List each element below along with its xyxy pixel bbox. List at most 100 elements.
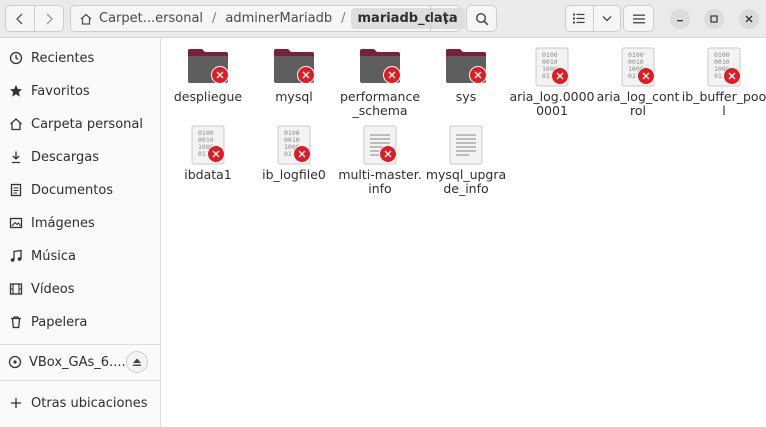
file-item[interactable]: 0100 0010 1000 0110 ib_logfile0 bbox=[251, 118, 337, 182]
sidebar-item-label: Papelera bbox=[31, 314, 88, 330]
file-item[interactable]: sys bbox=[423, 40, 509, 104]
breadcrumb-separator: / bbox=[341, 11, 346, 26]
file-item[interactable]: mysql_upgrade_info bbox=[423, 118, 509, 196]
close-icon bbox=[745, 15, 753, 23]
breadcrumb-item[interactable]: Carpet...ersonal bbox=[99, 11, 203, 26]
home-icon[interactable] bbox=[79, 12, 93, 26]
locked-badge-icon bbox=[551, 67, 569, 85]
view-dropdown-button[interactable] bbox=[592, 6, 621, 31]
eject-button[interactable] bbox=[126, 351, 148, 373]
file-item[interactable]: 0100 0010 1000 0110 ib_buffer_pool bbox=[681, 40, 766, 118]
header-bar: Carpet...ersonal / adminerMariadb / mari… bbox=[0, 0, 766, 38]
sidebar-item-label: Recientes bbox=[31, 50, 95, 66]
star-icon bbox=[8, 83, 24, 99]
search-button[interactable] bbox=[466, 5, 497, 32]
sidebar-item-recientes[interactable]: Recientes bbox=[0, 42, 160, 74]
sidebar-item-musica[interactable]: Música bbox=[0, 240, 160, 272]
image-icon bbox=[8, 215, 24, 231]
file-name: aria_log_control bbox=[596, 89, 680, 118]
locked-badge-icon bbox=[297, 66, 315, 84]
sidebar-item-label: Documentos bbox=[31, 182, 114, 198]
list-view-button[interactable] bbox=[566, 6, 593, 31]
sidebar-item-papelera[interactable]: Papelera bbox=[0, 306, 160, 338]
file-item[interactable]: 0100 0010 1000 0110 aria_log.00000001 bbox=[509, 40, 595, 118]
file-name: ib_buffer_pool bbox=[681, 89, 766, 118]
text-file-icon bbox=[449, 125, 483, 165]
search-icon bbox=[475, 12, 488, 25]
sidebar-item-videos[interactable]: Vídeos bbox=[0, 273, 160, 305]
locked-badge-icon bbox=[723, 67, 741, 85]
sidebar-item-otras-ubicaciones[interactable]: Otras ubicaciones bbox=[0, 387, 160, 419]
sidebar-divider bbox=[0, 344, 160, 345]
file-item[interactable]: 0100 0010 1000 0110 ibdata1 bbox=[165, 118, 251, 182]
locked-badge-icon bbox=[293, 145, 311, 163]
file-item[interactable]: mysql bbox=[251, 40, 337, 104]
locked-badge-icon bbox=[469, 66, 487, 84]
file-name: despliegue bbox=[173, 89, 243, 104]
sidebar-item-label: Imágenes bbox=[31, 215, 95, 231]
file-name: ib_logfile0 bbox=[262, 167, 326, 182]
eject-icon bbox=[133, 358, 141, 366]
download-icon bbox=[8, 149, 24, 165]
chevron-down-icon bbox=[602, 16, 612, 22]
file-name: multi-master.info bbox=[338, 167, 422, 196]
sidebar-divider bbox=[0, 380, 160, 381]
file-name: mysql_upgrade_info bbox=[425, 167, 507, 196]
breadcrumb-item[interactable]: adminerMariadb bbox=[225, 11, 332, 26]
sidebar-item-label: Música bbox=[31, 248, 76, 264]
disc-icon bbox=[8, 354, 22, 370]
sidebar-item-label: Favoritos bbox=[31, 83, 90, 99]
file-name: mysql bbox=[275, 89, 313, 104]
file-name: sys bbox=[455, 89, 477, 104]
file-item[interactable]: despliegue bbox=[165, 40, 251, 104]
home-icon bbox=[8, 116, 24, 132]
navigation-buttons bbox=[5, 5, 64, 32]
video-icon bbox=[8, 281, 24, 297]
sidebar-item-label: Otras ubicaciones bbox=[31, 395, 148, 411]
locked-badge-icon bbox=[211, 66, 229, 84]
sidebar-item-label: VBox_GAs_6.... bbox=[29, 354, 126, 370]
sidebar-item-documentos[interactable]: Documentos bbox=[0, 174, 160, 206]
path-bar: Carpet...ersonal / adminerMariadb / mari… bbox=[70, 5, 465, 32]
music-icon bbox=[8, 248, 24, 264]
maximize-button[interactable] bbox=[704, 9, 724, 29]
sidebar-item-label: Descargas bbox=[31, 149, 100, 165]
sidebar: Recientes Favoritos Carpeta personal Des… bbox=[0, 38, 161, 427]
sidebar-item-descargas[interactable]: Descargas bbox=[0, 141, 160, 173]
chevron-right-icon bbox=[46, 13, 53, 24]
maximize-icon bbox=[710, 15, 718, 23]
locked-badge-icon bbox=[383, 66, 401, 84]
path-menu-button[interactable] bbox=[430, 6, 460, 31]
breadcrumb-separator: / bbox=[212, 11, 217, 26]
minimize-button[interactable] bbox=[670, 9, 690, 29]
chevron-left-icon bbox=[16, 13, 23, 24]
list-view-icon bbox=[573, 13, 585, 24]
main-menu-button[interactable] bbox=[623, 5, 654, 32]
view-options bbox=[565, 5, 621, 32]
file-name: ibdata1 bbox=[184, 167, 232, 182]
trash-icon bbox=[8, 314, 24, 330]
sidebar-item-imagenes[interactable]: Imágenes bbox=[0, 207, 160, 239]
sidebar-item-carpeta-personal[interactable]: Carpeta personal bbox=[0, 108, 160, 140]
file-name: aria_log.00000001 bbox=[509, 89, 595, 118]
plus-icon bbox=[8, 395, 24, 411]
file-item[interactable]: performance_schema bbox=[337, 40, 423, 118]
sidebar-item-device[interactable]: VBox_GAs_6.... bbox=[0, 346, 126, 378]
clock-icon bbox=[8, 50, 24, 66]
sidebar-item-label: Carpeta personal bbox=[31, 116, 143, 132]
forward-button[interactable] bbox=[34, 6, 63, 31]
minimize-icon bbox=[677, 20, 683, 22]
kebab-menu-icon bbox=[444, 13, 447, 24]
file-item[interactable]: 0100 0010 1000 0110 aria_log_control bbox=[595, 40, 681, 118]
hamburger-menu-icon bbox=[632, 14, 645, 23]
file-name: performance_schema bbox=[339, 89, 421, 118]
close-button[interactable] bbox=[739, 9, 759, 29]
locked-badge-icon bbox=[207, 145, 225, 163]
file-grid: despliegue mysql performance_schema sys … bbox=[161, 38, 766, 427]
back-button[interactable] bbox=[6, 6, 34, 31]
sidebar-item-favoritos[interactable]: Favoritos bbox=[0, 75, 160, 107]
sidebar-item-label: Vídeos bbox=[31, 281, 75, 297]
locked-badge-icon bbox=[379, 145, 397, 163]
file-item[interactable]: multi-master.info bbox=[337, 118, 423, 196]
document-icon bbox=[8, 182, 24, 198]
